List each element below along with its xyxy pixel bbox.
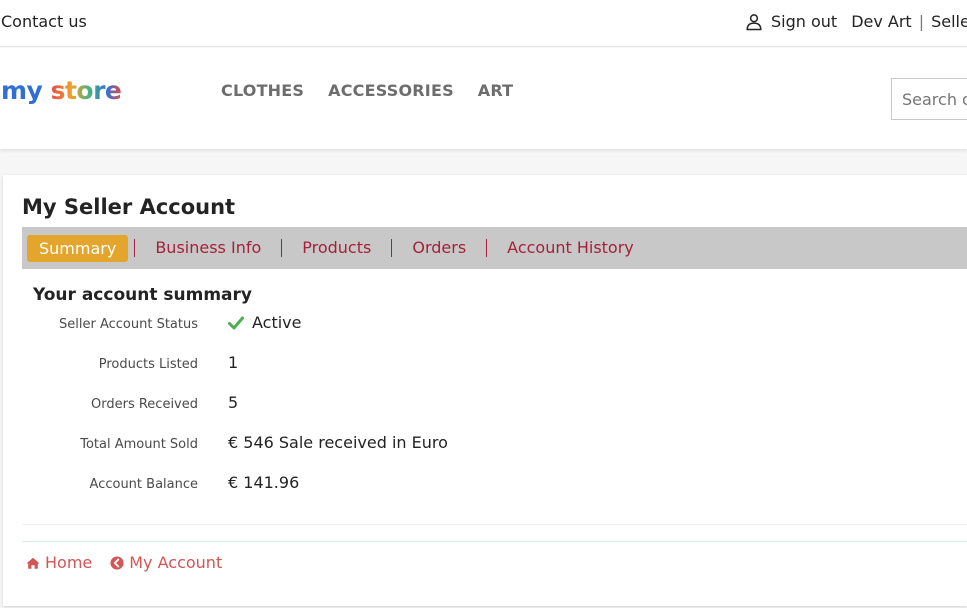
tab-summary[interactable]: Summary [27, 234, 129, 262]
main-menu: CLOTHES ACCESSORIES ART [221, 81, 513, 100]
menu-item-accessories[interactable]: ACCESSORIES [328, 81, 454, 100]
summary-title: Your account summary [33, 285, 252, 305]
summary-row-status: Seller Account Status Active [3, 313, 603, 337]
my-account-link[interactable]: My Account [110, 553, 222, 572]
top-bar: Contact us Sign out Dev Art | Seller [0, 0, 967, 47]
row-label: Products Listed [98, 357, 198, 372]
tab-business-info[interactable]: Business Info [134, 239, 283, 257]
home-icon [26, 557, 40, 569]
sign-out-link[interactable]: Sign out [771, 12, 837, 31]
footer-links: Home My Account [26, 553, 222, 572]
row-value: 5 [228, 393, 239, 412]
divider [22, 541, 967, 542]
status-value: Active [252, 313, 302, 332]
summary-row-orders: Orders Received 5 [3, 393, 603, 417]
seller-account-card: My Seller Account Summary Business Info … [3, 175, 967, 606]
menu-item-clothes[interactable]: CLOTHES [221, 81, 304, 100]
row-value: € 546 Sale received in Euro [228, 433, 448, 452]
tab-orders[interactable]: Orders [392, 239, 488, 257]
home-link[interactable]: Home [26, 553, 92, 572]
tab-products[interactable]: Products [282, 239, 393, 257]
user-name-link[interactable]: Dev Art [851, 12, 912, 31]
page-title: My Seller Account [22, 195, 236, 219]
row-label: Account Balance [89, 477, 198, 492]
check-icon [228, 316, 244, 329]
store-logo[interactable]: my store [1, 76, 122, 105]
seller-link[interactable]: Seller [931, 12, 967, 31]
search-input[interactable] [891, 78, 967, 120]
summary-row-total-sold: Total Amount Sold € 546 Sale received in… [3, 433, 603, 457]
summary-row-balance: Account Balance € 141.96 [3, 473, 603, 497]
row-value: 1 [228, 353, 239, 372]
summary-row-products: Products Listed 1 [3, 353, 603, 377]
user-area: Sign out Dev Art | Seller [745, 12, 967, 31]
divider [22, 524, 967, 525]
chevron-left-circle-icon [110, 555, 124, 570]
row-value: € 141.96 [228, 473, 300, 492]
user-icon [746, 13, 762, 30]
separator: | [918, 12, 925, 31]
row-label: Total Amount Sold [80, 437, 198, 452]
account-tabs: Summary Business Info Products Orders Ac… [22, 227, 967, 269]
row-value: Active [228, 313, 302, 332]
home-link-label: Home [45, 553, 93, 572]
header: my store CLOTHES ACCESSORIES ART [0, 48, 967, 149]
my-account-link-label: My Account [129, 553, 223, 572]
tab-account-history[interactable]: Account History [487, 239, 654, 257]
contact-us-link[interactable]: Contact us [1, 12, 87, 31]
menu-item-art[interactable]: ART [478, 81, 514, 100]
row-label: Seller Account Status [59, 317, 198, 332]
row-label: Orders Received [91, 397, 198, 412]
